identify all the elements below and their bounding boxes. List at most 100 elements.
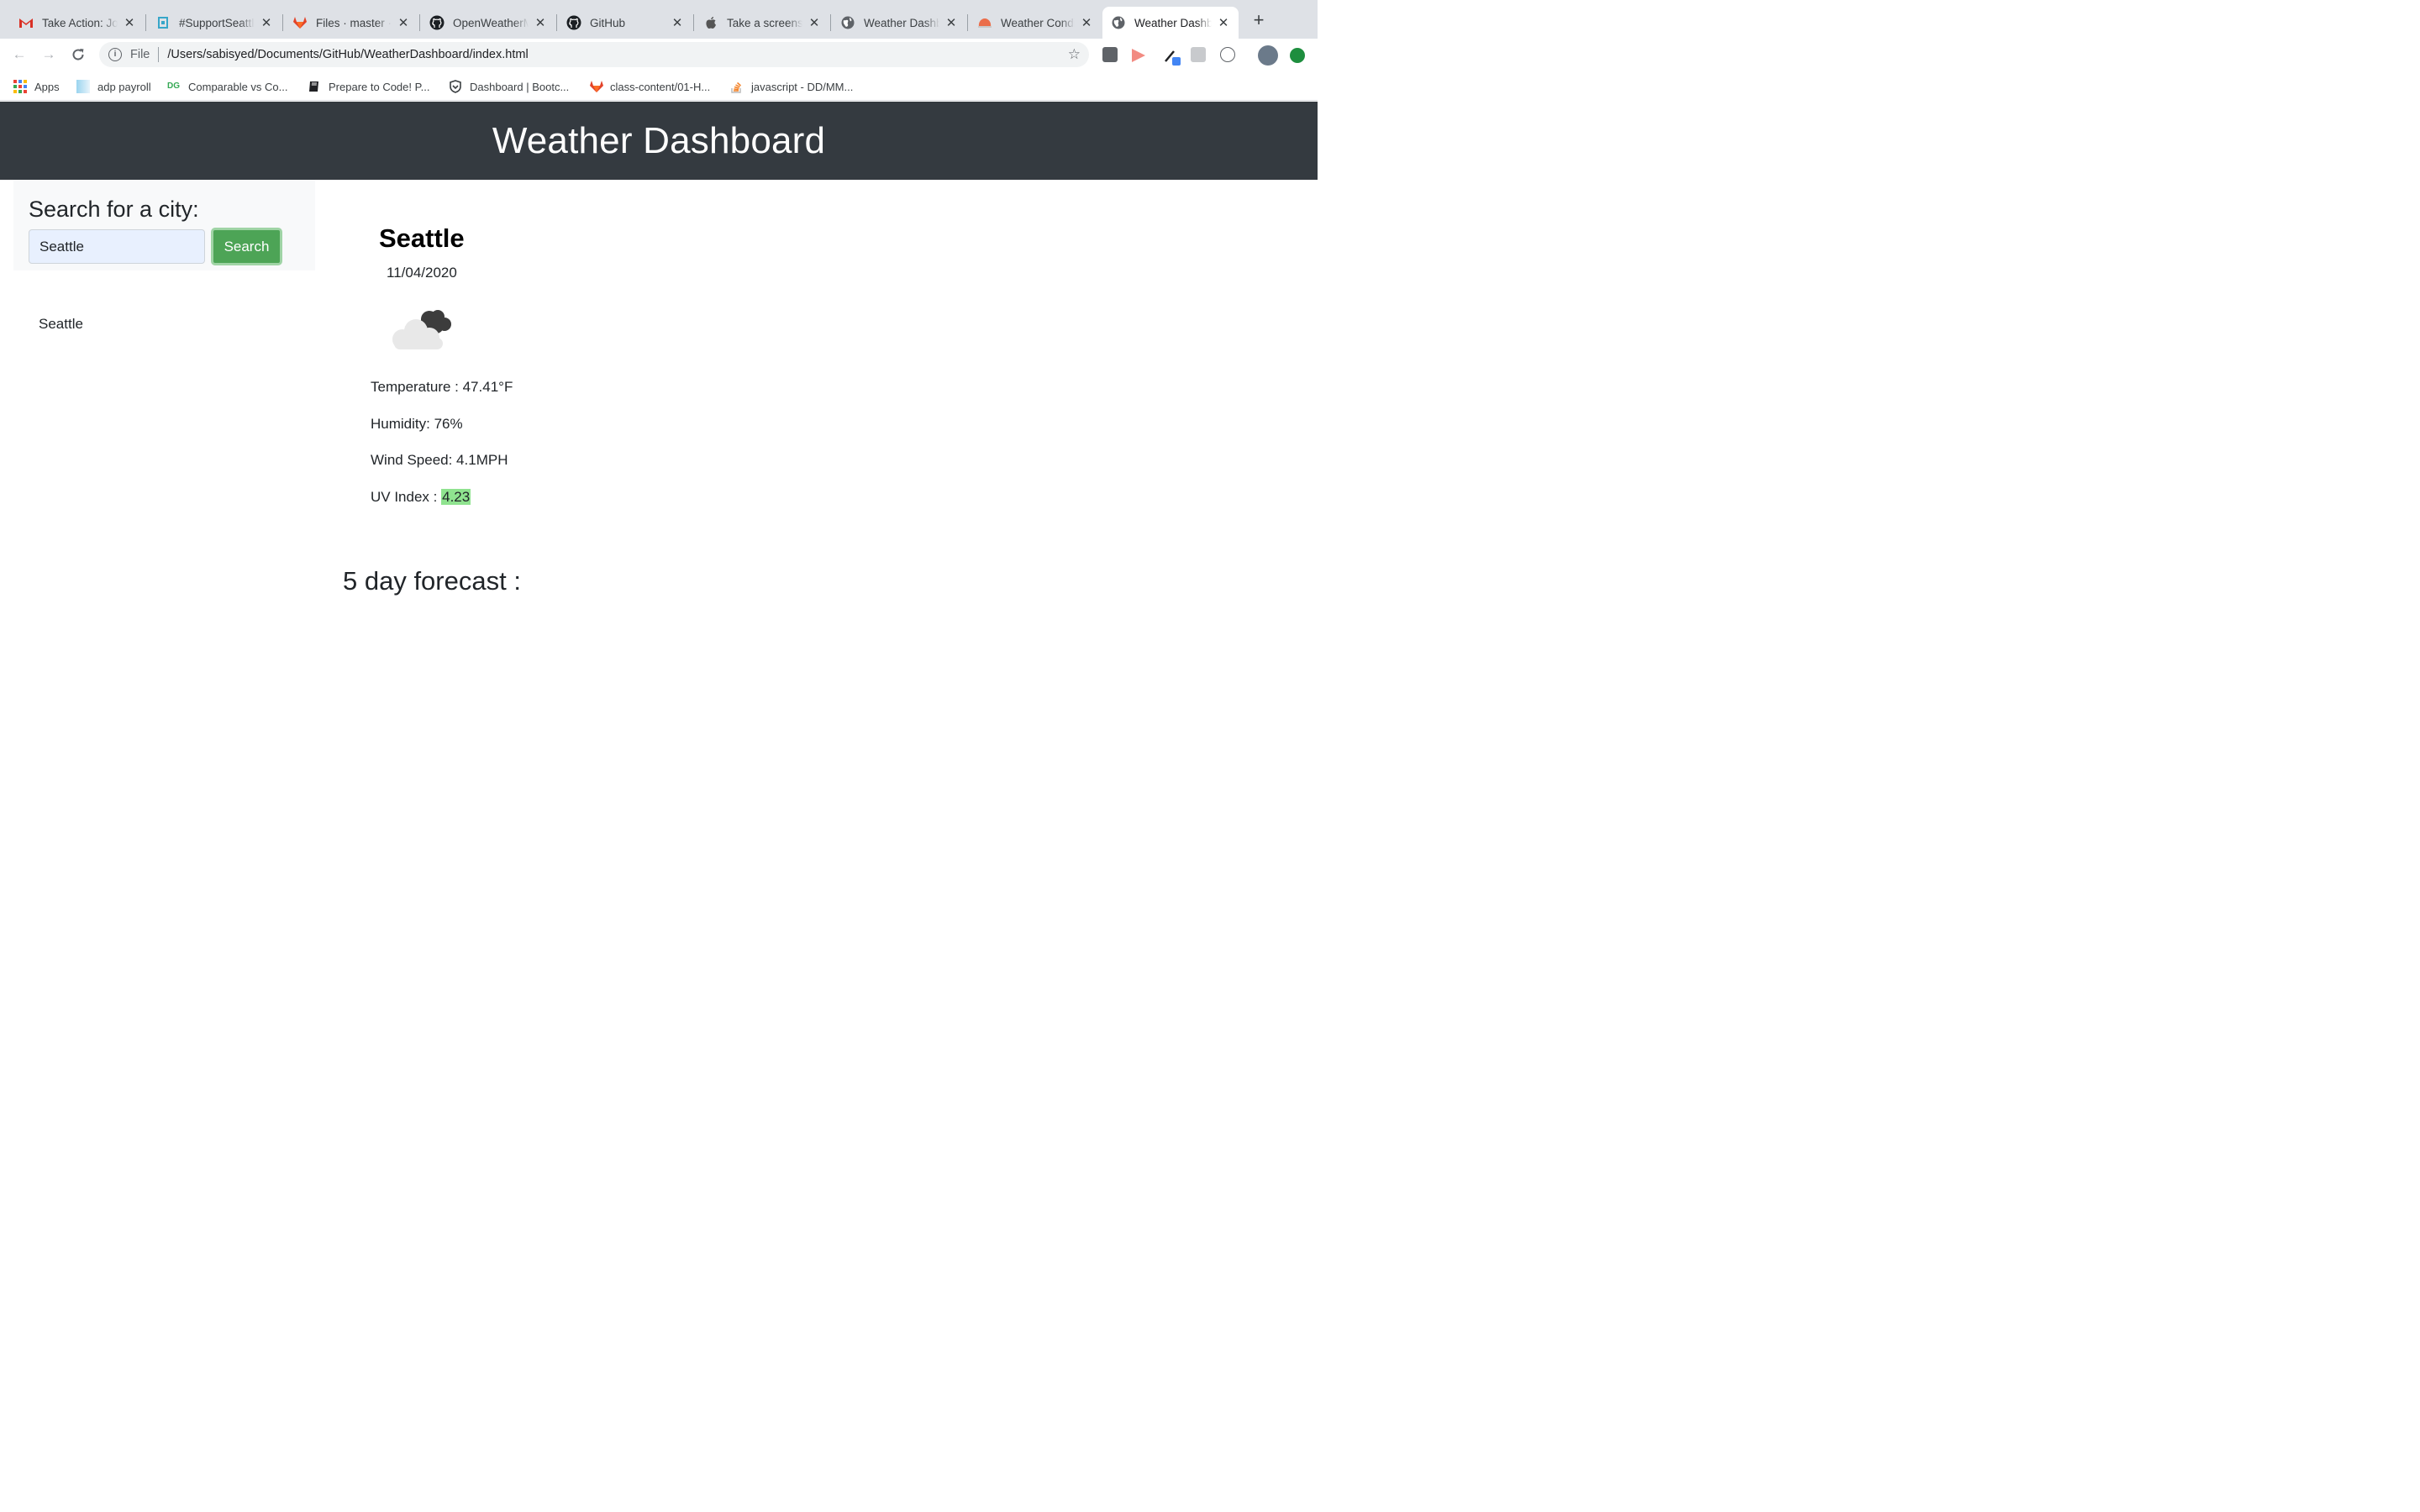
browser-tab-active[interactable]: Weather Dashboard ✕ <box>1102 7 1239 39</box>
uv-index-badge: 4.23 <box>441 489 471 505</box>
close-icon[interactable]: ✕ <box>1217 15 1230 30</box>
temperature-text: Temperature : 47.41°F <box>371 379 513 395</box>
browser-tab[interactable]: Take a screenshot ✕ <box>695 7 829 39</box>
globe-icon <box>840 15 855 30</box>
bookmark-prepare-to-code[interactable]: Prepare to Code! P... <box>308 79 429 94</box>
browser-tab[interactable]: Weather Conditions ✕ <box>969 7 1102 39</box>
extension-eyedropper-icon[interactable] <box>1163 47 1181 66</box>
extension-tools-icon[interactable] <box>1191 47 1206 62</box>
tab-title: Weather Dashboard <box>1134 16 1212 29</box>
book-icon <box>308 80 321 93</box>
browser-tab[interactable]: Files · master · U ✕ <box>284 7 418 39</box>
close-icon[interactable]: ✕ <box>1080 15 1093 30</box>
address-url[interactable]: /Users/sabisyed/Documents/GitHub/Weather… <box>167 48 528 61</box>
browser-tab-strip: Take Action: Job ✕ #SupportSeattle ✕ Fil… <box>0 0 1318 39</box>
avatar[interactable] <box>1258 45 1278 66</box>
wind-speed-text: Wind Speed: 4.1MPH <box>371 452 508 468</box>
address-divider <box>158 47 160 62</box>
new-tab-button[interactable]: + <box>1249 11 1268 30</box>
github-icon <box>566 15 581 30</box>
cloudy-icon <box>389 304 456 351</box>
weather-icon <box>977 15 992 30</box>
browser-tab[interactable]: GitHub ✕ <box>558 7 692 39</box>
close-icon[interactable]: ✕ <box>260 15 273 30</box>
tab-separator <box>282 14 283 31</box>
close-icon[interactable]: ✕ <box>123 15 136 30</box>
gitlab-icon <box>589 80 603 93</box>
bookmark-label: Comparable vs Co... <box>188 80 288 93</box>
bookmark-class-content[interactable]: class-content/01-H... <box>589 79 710 94</box>
extension-play-icon[interactable] <box>1132 49 1145 62</box>
forecast-title: 5 day forecast : <box>343 566 521 596</box>
tab-separator <box>693 14 694 31</box>
bookmark-label: class-content/01-H... <box>610 80 711 93</box>
dg-icon: DG <box>167 81 180 91</box>
bookmark-apps[interactable]: Apps <box>13 79 60 94</box>
globe-icon <box>1111 15 1126 30</box>
bookmarks-bar: Apps adp payroll DG Comparable vs Co... … <box>0 71 1318 101</box>
uv-index-label: UV Index : <box>371 489 442 505</box>
tab-separator <box>967 14 968 31</box>
address-bar[interactable]: i File /Users/sabisyed/Documents/GitHub/… <box>99 42 1089 67</box>
search-button[interactable]: Search <box>211 228 282 265</box>
bookmark-label: Apps <box>34 80 60 93</box>
close-icon[interactable]: ✕ <box>808 15 821 30</box>
tab-title: Take Action: Job <box>42 16 118 29</box>
close-icon[interactable]: ✕ <box>944 15 958 30</box>
gmail-icon <box>18 15 34 30</box>
apps-grid-icon <box>13 80 27 93</box>
stackoverflow-icon <box>730 80 744 93</box>
github-icon <box>429 15 445 30</box>
bookmark-javascript[interactable]: javascript - DD/MM... <box>730 79 853 94</box>
tab-title: Weather Dashboard <box>864 16 939 29</box>
extension-code-icon[interactable] <box>1220 47 1235 62</box>
back-arrow-icon[interactable]: ← <box>10 45 29 64</box>
browser-tab[interactable]: #SupportSeattle ✕ <box>147 7 281 39</box>
current-city: Seattle <box>379 223 465 253</box>
search-panel: Search for a city: Search <box>13 180 315 270</box>
browser-tab[interactable]: Weather Dashboard ✕ <box>832 7 966 39</box>
tab-title: OpenWeatherMap <box>453 16 529 29</box>
page-header: Weather Dashboard <box>0 102 1318 180</box>
bookmark-comparable[interactable]: DG Comparable vs Co... <box>167 79 288 94</box>
adp-icon <box>76 80 90 93</box>
gitlab-icon <box>292 15 308 30</box>
bookmark-star-icon[interactable]: ☆ <box>1068 46 1081 63</box>
forward-arrow-icon[interactable]: → <box>39 45 58 64</box>
update-icon[interactable] <box>1290 48 1305 63</box>
bookmark-label: javascript - DD/MM... <box>751 80 854 93</box>
page-title: Weather Dashboard <box>492 119 826 161</box>
close-icon[interactable]: ✕ <box>397 15 410 30</box>
bookmark-label: Dashboard | Bootc... <box>470 80 570 93</box>
search-heading: Search for a city: <box>29 197 199 222</box>
city-search-input[interactable] <box>29 229 205 264</box>
tab-separator <box>556 14 557 31</box>
close-icon[interactable]: ✕ <box>534 15 547 30</box>
bookmark-label: adp payroll <box>97 80 151 93</box>
tab-title: #SupportSeattle <box>179 16 255 29</box>
humidity-text: Humidity: 76% <box>371 416 463 432</box>
tab-title: Files · master · U <box>316 16 392 29</box>
info-icon[interactable]: i <box>108 48 122 61</box>
extension-mail-icon[interactable] <box>1102 47 1118 62</box>
search-history-item[interactable]: Seattle <box>39 316 83 333</box>
current-date: 11/04/2020 <box>387 265 457 281</box>
tab-title: GitHub <box>590 16 626 29</box>
tab-separator <box>145 14 146 31</box>
bookmark-dashboard-bootcamp[interactable]: Dashboard | Bootc... <box>449 79 569 94</box>
uv-index-row: UV Index : 4.23 <box>371 489 471 506</box>
tab-title: Weather Conditions <box>1001 16 1075 29</box>
bookmark-label: Prepare to Code! P... <box>329 80 430 93</box>
address-scheme: File <box>130 48 150 61</box>
tab-separator <box>830 14 831 31</box>
close-icon[interactable]: ✕ <box>671 15 684 30</box>
browser-toolbar: ← → i File /Users/sabisyed/Documents/Git… <box>0 39 1318 71</box>
support-icon <box>155 15 171 30</box>
browser-tab[interactable]: OpenWeatherMap ✕ <box>421 7 555 39</box>
browser-tab[interactable]: Take Action: Job ✕ <box>10 7 145 39</box>
apple-icon <box>703 15 718 30</box>
bookmark-adp-payroll[interactable]: adp payroll <box>76 79 151 94</box>
reload-icon[interactable] <box>69 45 87 64</box>
tab-separator <box>419 14 420 31</box>
tab-title: Take a screenshot <box>727 16 802 29</box>
